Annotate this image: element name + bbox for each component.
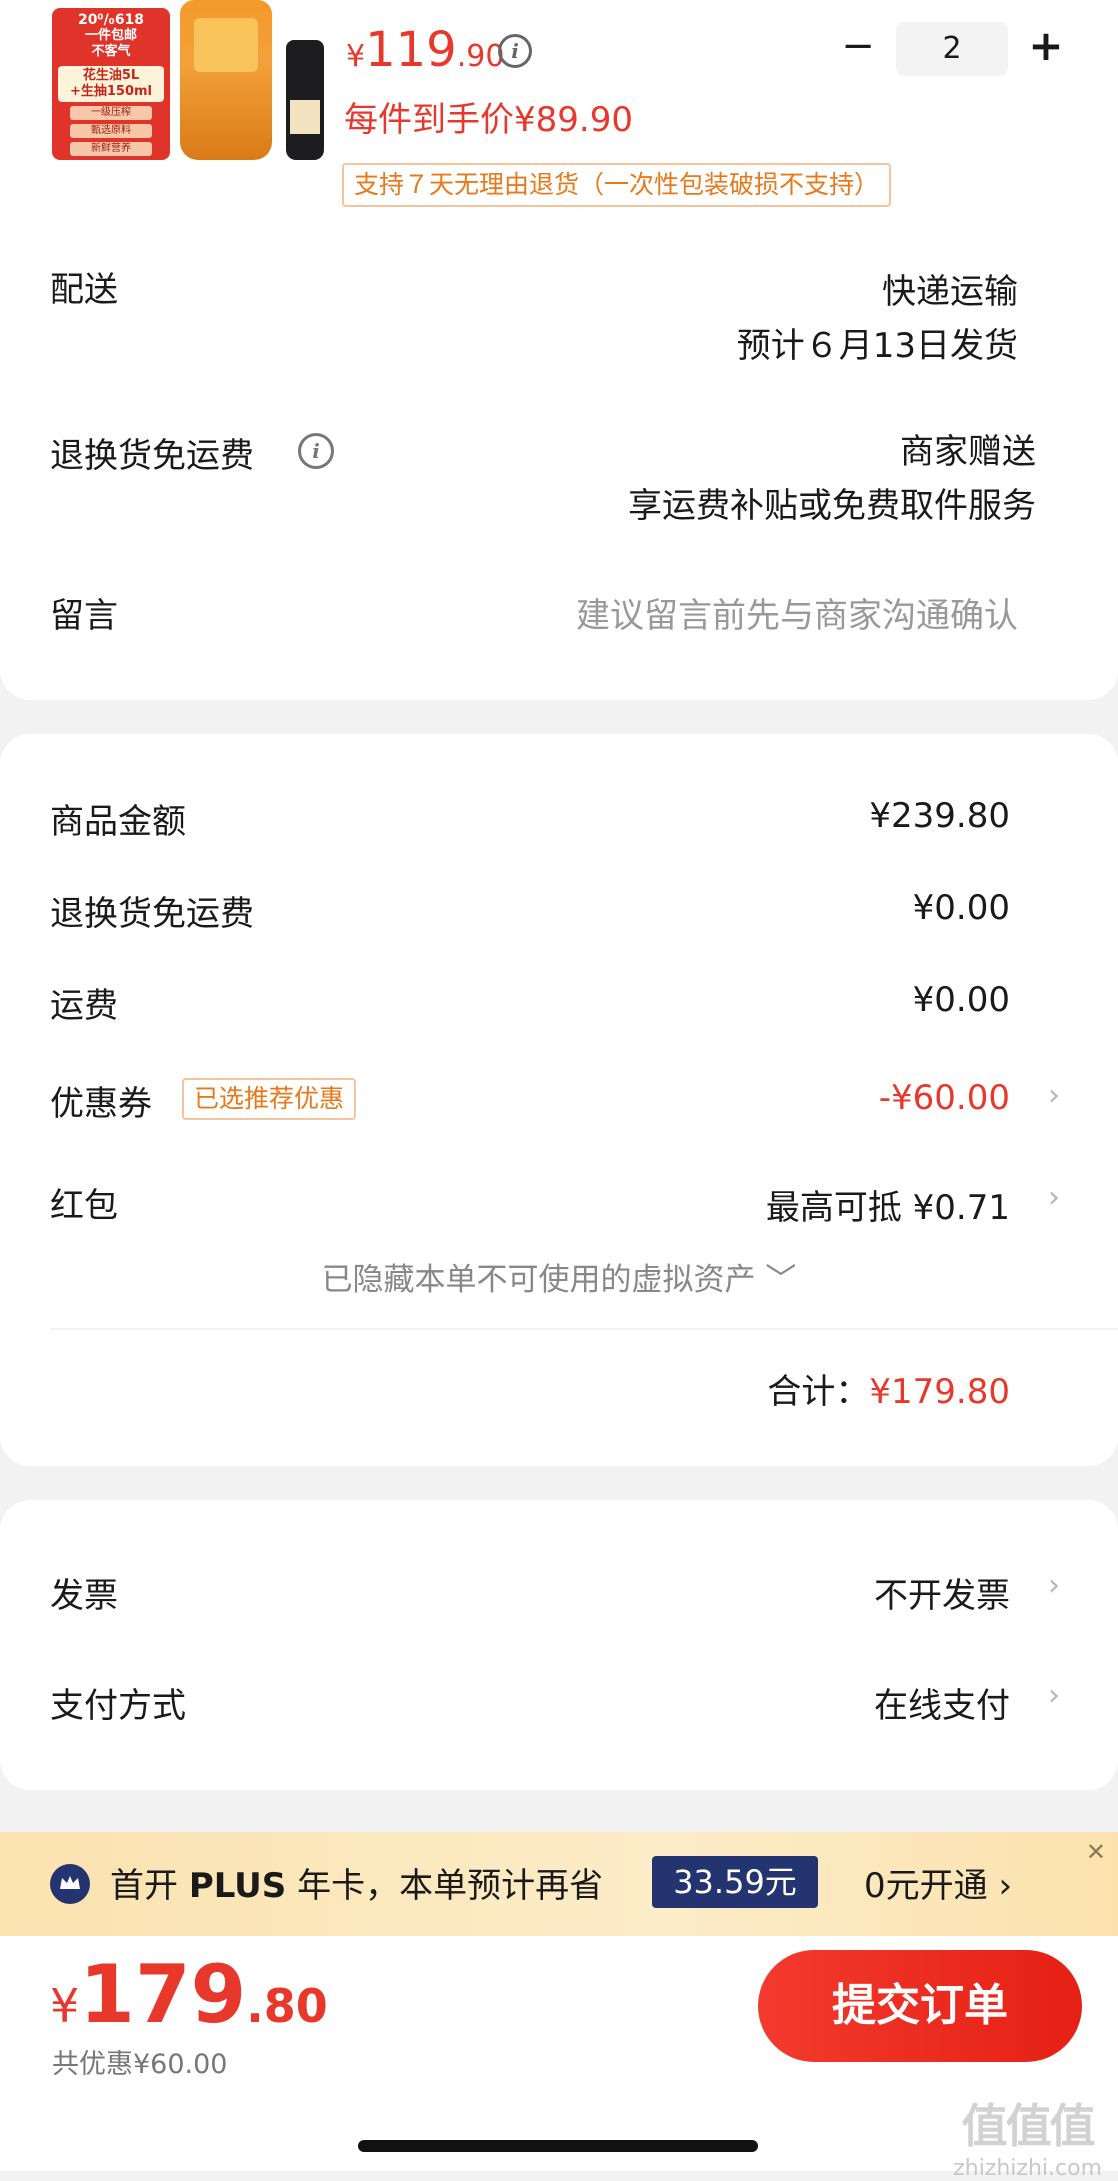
return-fee-value: ¥0.00 <box>912 888 1010 928</box>
soy-sauce-bottle-image <box>286 40 324 160</box>
plus-text-prefix: 首开 <box>110 1866 178 1906</box>
delivery-method[interactable]: 快递运输 <box>882 264 1018 313</box>
total-discount: 共优惠¥60.00 <box>52 2049 228 2080</box>
redpacket-value[interactable]: 最高可抵 ¥0.71 <box>766 1180 1010 1229</box>
product-image[interactable]: 20⁰/₀618 一件包邮 不客气 花生油5L +生抽150ml 一级压榨 甄选… <box>40 0 330 160</box>
shipping-fee-label: 运费 <box>50 986 118 1026</box>
invoice-chevron-icon[interactable]: › <box>1048 1568 1060 1603</box>
total-decimal: .80 <box>246 1979 328 2033</box>
return-fee-label: 退换货免运费 <box>50 894 254 934</box>
currency-symbol: ¥ <box>346 39 366 74</box>
plus-savings-amount: 33.59元 <box>652 1856 818 1908</box>
plus-promo-text: 首开 PLUS 年卡，本单预计再省 <box>110 1858 603 1907</box>
summary-divider <box>50 1328 1118 1330</box>
quantity-increase-button[interactable]: + <box>1026 22 1066 70</box>
checkout-total: ¥179.80 <box>50 1948 328 2041</box>
return-shipping-value: 商家赠送 <box>900 432 1036 472</box>
promo-pill: 甄选原料 <box>70 124 152 138</box>
message-input[interactable]: 建议留言前先与商家沟通确认 <box>576 588 1018 637</box>
delivery-eta: 预计６月13日发货 <box>736 326 1018 366</box>
goods-amount-label: 商品金额 <box>50 802 186 842</box>
plus-membership-banner[interactable]: 首开 PLUS 年卡，本单预计再省 33.59元 0元开通 › ✕ <box>0 1832 1118 1936</box>
return-shipping-label: 退换货免运费 <box>50 436 254 476</box>
redpacket-label: 红包 <box>50 1186 118 1226</box>
price-integer: 119 <box>365 22 457 78</box>
payment-chevron-icon[interactable]: › <box>1048 1678 1060 1713</box>
plus-open-button[interactable]: 0元开通 › <box>864 1858 1012 1907</box>
close-icon[interactable]: ✕ <box>1086 1838 1106 1866</box>
plus-text-brand: PLUS <box>188 1866 287 1906</box>
currency-symbol: ¥ <box>50 1979 80 2033</box>
promo-sticker: 20⁰/₀618 一件包邮 不客气 花生油5L +生抽150ml 一级压榨 甄选… <box>52 8 170 160</box>
payment-label: 支付方式 <box>50 1686 186 1726</box>
goods-amount-value: ¥239.80 <box>869 796 1010 836</box>
promo-product-desc: 花生油5L +生抽150ml <box>58 66 164 102</box>
watermark: 值值值 zhizhizhi.com <box>953 2090 1102 2181</box>
redpacket-chevron-icon[interactable]: › <box>1048 1180 1060 1215</box>
total-value: ¥179.80 <box>869 1372 1010 1412</box>
submit-order-button[interactable]: 提交订单 <box>758 1950 1082 2062</box>
promo-line: 一件包邮 <box>84 28 137 43</box>
payment-value[interactable]: 在线支付 <box>874 1678 1010 1727</box>
return-policy-tag: 支持７天无理由退货（一次性包装破损不支持） <box>342 163 892 207</box>
watermark-glyphs: 值值值 <box>961 2099 1096 2153</box>
quantity-decrease-button[interactable]: − <box>838 22 878 70</box>
message-label: 留言 <box>50 596 118 636</box>
promo-pill: 新鲜营养 <box>70 142 152 156</box>
total-label: 合计： <box>767 1372 870 1412</box>
promo-line: 不客气 <box>91 44 131 59</box>
price-info-icon[interactable]: i <box>498 34 532 68</box>
unit-price: ¥119.90 <box>346 22 504 78</box>
return-shipping-info-icon[interactable]: i <box>298 433 334 469</box>
oil-bottle-image <box>180 0 272 160</box>
price-decimal: .90 <box>456 39 505 74</box>
plus-text-suffix: 年卡，本单预计再省 <box>297 1866 604 1906</box>
quantity-input[interactable]: 2 <box>896 22 1008 76</box>
promo-line: +生抽150ml <box>69 84 153 99</box>
delivery-label: 配送 <box>50 270 118 310</box>
promo-line: 20⁰/₀618 <box>77 12 145 28</box>
home-indicator[interactable] <box>358 2140 758 2152</box>
invoice-value[interactable]: 不开发票 <box>874 1568 1010 1617</box>
coupon-chevron-icon[interactable]: › <box>1048 1078 1060 1113</box>
coupon-recommended-tag: 已选推荐优惠 <box>182 1078 357 1120</box>
coupon-value[interactable]: -¥60.00 <box>879 1078 1010 1118</box>
shipping-fee-value: ¥0.00 <box>912 980 1010 1020</box>
return-shipping-desc: 享运费补贴或免费取件服务 <box>628 486 1036 526</box>
watermark-domain: zhizhizhi.com <box>953 2156 1102 2181</box>
hidden-assets-toggle[interactable]: 已隐藏本单不可使用的虚拟资产 ﹀ <box>0 1254 1118 1299</box>
crown-icon <box>50 1864 90 1904</box>
total-integer: 179 <box>79 1948 247 2041</box>
checkout-bar: ¥179.80 共优惠¥60.00 提交订单 <box>0 1936 1118 2171</box>
coupon-label: 优惠券 <box>50 1084 152 1124</box>
promo-pill: 一级压榨 <box>70 106 152 120</box>
invoice-payment-card <box>0 1500 1118 1790</box>
each-final-price: 每件到手价¥89.90 <box>344 100 633 140</box>
promo-line: 花生油5L <box>82 68 140 83</box>
invoice-label: 发票 <box>50 1576 118 1616</box>
order-total: 合计：¥179.80 <box>767 1364 1010 1413</box>
